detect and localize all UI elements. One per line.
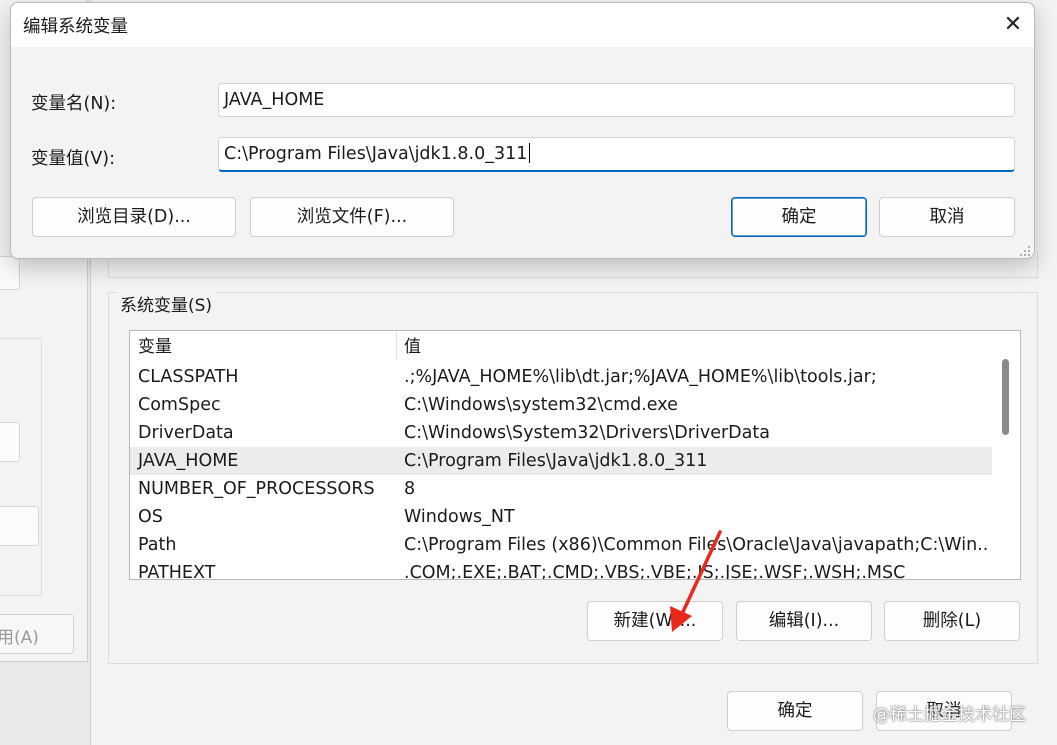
table-row-selected[interactable]: JAVA_HOME C:\Program Files\Java\jdk1.8.0… bbox=[130, 447, 992, 475]
variable-value: C:\Program Files\Java\jdk1.8.0_311 bbox=[404, 451, 708, 471]
table-row[interactable]: OS Windows_NT bbox=[130, 503, 992, 531]
left-window-group bbox=[0, 338, 42, 596]
text-caret bbox=[529, 143, 531, 163]
variable-name: DriverData bbox=[138, 423, 234, 443]
variable-value: C:\Windows\System32\Drivers\DriverData bbox=[404, 423, 770, 443]
column-header-variable[interactable]: 变量 bbox=[138, 331, 172, 363]
table-row[interactable]: CLASSPATH .;%JAVA_HOME%\lib\dt.jar;%JAVA… bbox=[130, 363, 992, 391]
variable-name: NUMBER_OF_PROCESSORS bbox=[138, 479, 375, 499]
column-header-value[interactable]: 值 bbox=[404, 331, 421, 363]
variable-name: JAVA_HOME bbox=[138, 451, 239, 471]
variable-name: Path bbox=[138, 535, 177, 555]
delete-variable-button[interactable]: 删除(L) bbox=[884, 601, 1020, 641]
dialog-title: 编辑系统变量 bbox=[23, 17, 128, 37]
browse-directory-button[interactable]: 浏览目录(D)... bbox=[32, 197, 236, 237]
edit-system-variable-dialog: 编辑系统变量 ✕ 变量名(N): JAVA_HOME 变量值(V): C:\Pr… bbox=[10, 2, 1035, 259]
list-header: 变量 值 bbox=[130, 331, 992, 363]
resize-grip-icon[interactable] bbox=[1017, 243, 1031, 257]
column-separator[interactable] bbox=[396, 331, 397, 360]
variable-value: C:\Windows\system32\cmd.exe bbox=[404, 395, 678, 415]
system-variables-list[interactable]: 变量 值 CLASSPATH .;%JAVA_HOME%\lib\dt.jar;… bbox=[129, 330, 1021, 580]
system-variables-label: 系统变量(S) bbox=[117, 291, 216, 316]
edit-variable-button[interactable]: 编辑(I)... bbox=[736, 601, 872, 641]
table-row[interactable]: Path C:\Program Files (x86)\Common Files… bbox=[130, 531, 992, 559]
apply-button[interactable]: 用(A) bbox=[0, 614, 74, 654]
table-row[interactable]: NUMBER_OF_PROCESSORS 8 bbox=[130, 475, 992, 503]
env-ok-button[interactable]: 确定 bbox=[727, 691, 863, 731]
variable-value-input[interactable]: C:\Program Files\Java\jdk1.8.0_311 bbox=[218, 137, 1015, 172]
cancel-button[interactable]: 取消 bbox=[879, 197, 1015, 237]
table-row[interactable]: ComSpec C:\Windows\system32\cmd.exe bbox=[130, 391, 992, 419]
variable-name: PATHEXT bbox=[138, 563, 216, 580]
browse-file-button[interactable]: 浏览文件(F)... bbox=[250, 197, 454, 237]
vertical-scrollbar[interactable] bbox=[992, 331, 1020, 579]
variable-value: .;%JAVA_HOME%\lib\dt.jar;%JAVA_HOME%\lib… bbox=[404, 367, 877, 387]
variable-name-label: 变量名(N): bbox=[31, 94, 117, 114]
variable-name: OS bbox=[138, 507, 163, 527]
dialog-titlebar[interactable]: 编辑系统变量 ✕ bbox=[11, 3, 1034, 47]
variable-name-input[interactable]: JAVA_HOME bbox=[218, 83, 1015, 117]
table-row[interactable]: DriverData C:\Windows\System32\Drivers\D… bbox=[130, 419, 992, 447]
scrollbar-thumb[interactable] bbox=[1002, 359, 1009, 435]
variable-value: 8 bbox=[404, 479, 416, 499]
variable-value-text: C:\Program Files\Java\jdk1.8.0_311 bbox=[224, 144, 528, 164]
variable-name: ComSpec bbox=[138, 395, 221, 415]
left-window-field bbox=[0, 422, 20, 462]
variable-name: CLASSPATH bbox=[138, 367, 239, 387]
variable-value: Windows_NT bbox=[404, 507, 515, 527]
variable-value-label: 变量值(V): bbox=[31, 149, 116, 169]
close-icon[interactable]: ✕ bbox=[995, 7, 1031, 43]
table-row[interactable]: PATHEXT .COM;.EXE;.BAT;.CMD;.VBS;.VBE;.J… bbox=[130, 559, 992, 580]
annotation-arrow-icon bbox=[670, 530, 722, 632]
left-window-field bbox=[0, 256, 20, 290]
ok-button[interactable]: 确定 bbox=[731, 197, 867, 237]
watermark: @稀土掘金技术社区 bbox=[873, 705, 1026, 725]
left-window-field bbox=[0, 506, 39, 546]
